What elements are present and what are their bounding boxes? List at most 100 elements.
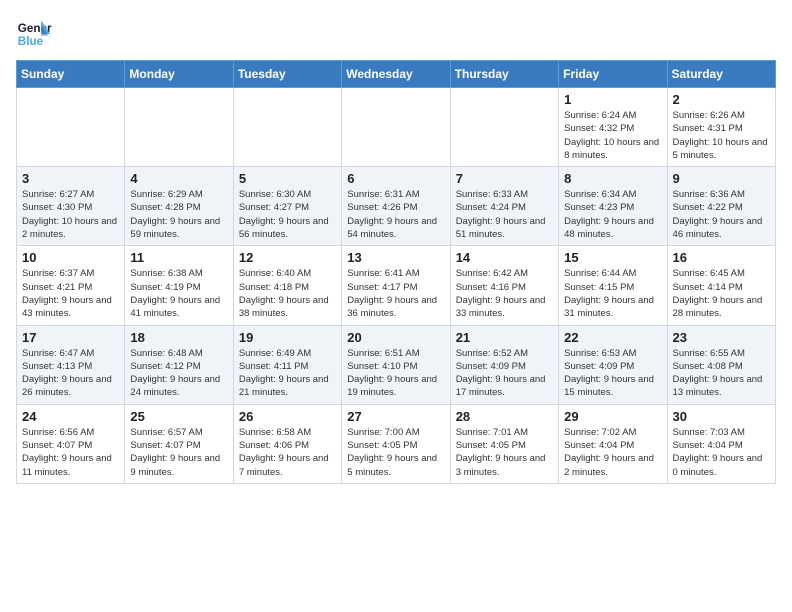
day-info: Sunrise: 6:38 AMSunset: 4:19 PMDaylight:…	[130, 267, 227, 320]
day-number: 29	[564, 409, 661, 424]
day-number: 17	[22, 330, 119, 345]
day-number: 18	[130, 330, 227, 345]
day-info: Sunrise: 7:02 AMSunset: 4:04 PMDaylight:…	[564, 426, 661, 479]
day-info: Sunrise: 6:26 AMSunset: 4:31 PMDaylight:…	[673, 109, 770, 162]
day-number: 8	[564, 171, 661, 186]
calendar-day-cell: 13 Sunrise: 6:41 AMSunset: 4:17 PMDayligh…	[342, 246, 450, 325]
day-info: Sunrise: 6:24 AMSunset: 4:32 PMDaylight:…	[564, 109, 661, 162]
day-info: Sunrise: 6:45 AMSunset: 4:14 PMDaylight:…	[673, 267, 770, 320]
day-info: Sunrise: 6:51 AMSunset: 4:10 PMDaylight:…	[347, 347, 444, 400]
calendar-table: SundayMondayTuesdayWednesdayThursdayFrid…	[16, 60, 776, 484]
calendar-day-header: Wednesday	[342, 61, 450, 88]
day-info: Sunrise: 6:36 AMSunset: 4:22 PMDaylight:…	[673, 188, 770, 241]
calendar-day-cell: 22Sunrise: 6:53 AMSunset: 4:09 PMDayligh…	[559, 325, 667, 404]
calendar-week-row: 17 Sunrise: 6:47 AMSunset: 4:13 PMDayligh…	[17, 325, 776, 404]
day-number: 30	[673, 409, 770, 424]
day-number: 19	[239, 330, 336, 345]
logo-icon: General Blue	[16, 16, 52, 52]
day-number: 12	[239, 250, 336, 265]
day-number: 16	[673, 250, 770, 265]
calendar-day-cell: 5 Sunrise: 6:30 AMSunset: 4:27 PMDaylight…	[233, 167, 341, 246]
day-info: Sunrise: 6:41 AMSunset: 4:17 PMDaylight:…	[347, 267, 444, 320]
day-info: Sunrise: 6:49 AMSunset: 4:11 PMDaylight:…	[239, 347, 336, 400]
day-info: Sunrise: 6:42 AMSunset: 4:16 PMDaylight:…	[456, 267, 553, 320]
calendar-day-cell: 27 Sunrise: 7:00 AMSunset: 4:05 PMDayligh…	[342, 404, 450, 483]
day-number: 14	[456, 250, 553, 265]
calendar-day-cell	[125, 88, 233, 167]
day-info: Sunrise: 6:55 AMSunset: 4:08 PMDaylight:…	[673, 347, 770, 400]
calendar-day-cell	[450, 88, 558, 167]
day-info: Sunrise: 6:27 AMSunset: 4:30 PMDaylight:…	[22, 188, 119, 241]
calendar-day-cell: 3 Sunrise: 6:27 AMSunset: 4:30 PMDaylight…	[17, 167, 125, 246]
day-number: 5	[239, 171, 336, 186]
day-number: 28	[456, 409, 553, 424]
calendar-day-cell: 24 Sunrise: 6:56 AMSunset: 4:07 PMDayligh…	[17, 404, 125, 483]
calendar-day-header: Friday	[559, 61, 667, 88]
day-info: Sunrise: 6:53 AMSunset: 4:09 PMDaylight:…	[564, 347, 661, 400]
day-number: 2	[673, 92, 770, 107]
calendar-day-cell: 15Sunrise: 6:44 AMSunset: 4:15 PMDayligh…	[559, 246, 667, 325]
day-info: Sunrise: 6:31 AMSunset: 4:26 PMDaylight:…	[347, 188, 444, 241]
day-info: Sunrise: 6:37 AMSunset: 4:21 PMDaylight:…	[22, 267, 119, 320]
day-info: Sunrise: 6:30 AMSunset: 4:27 PMDaylight:…	[239, 188, 336, 241]
day-number: 10	[22, 250, 119, 265]
day-info: Sunrise: 7:00 AMSunset: 4:05 PMDaylight:…	[347, 426, 444, 479]
calendar-day-cell: 25 Sunrise: 6:57 AMSunset: 4:07 PMDayligh…	[125, 404, 233, 483]
day-info: Sunrise: 6:48 AMSunset: 4:12 PMDaylight:…	[130, 347, 227, 400]
day-info: Sunrise: 6:40 AMSunset: 4:18 PMDaylight:…	[239, 267, 336, 320]
calendar-week-row: 1 Sunrise: 6:24 AMSunset: 4:32 PMDaylight…	[17, 88, 776, 167]
day-number: 3	[22, 171, 119, 186]
calendar-day-cell	[233, 88, 341, 167]
day-number: 27	[347, 409, 444, 424]
calendar-day-cell: 26 Sunrise: 6:58 AMSunset: 4:06 PMDayligh…	[233, 404, 341, 483]
logo: General Blue	[16, 16, 52, 52]
day-number: 6	[347, 171, 444, 186]
day-info: Sunrise: 6:47 AMSunset: 4:13 PMDaylight:…	[22, 347, 119, 400]
day-info: Sunrise: 6:58 AMSunset: 4:06 PMDaylight:…	[239, 426, 336, 479]
calendar-day-header: Saturday	[667, 61, 775, 88]
calendar-day-cell: 23Sunrise: 6:55 AMSunset: 4:08 PMDayligh…	[667, 325, 775, 404]
day-info: Sunrise: 6:52 AMSunset: 4:09 PMDaylight:…	[456, 347, 553, 400]
day-number: 26	[239, 409, 336, 424]
calendar-day-cell: 6 Sunrise: 6:31 AMSunset: 4:26 PMDaylight…	[342, 167, 450, 246]
calendar-day-cell: 10 Sunrise: 6:37 AMSunset: 4:21 PMDayligh…	[17, 246, 125, 325]
day-info: Sunrise: 6:33 AMSunset: 4:24 PMDaylight:…	[456, 188, 553, 241]
calendar-day-cell: 18 Sunrise: 6:48 AMSunset: 4:12 PMDayligh…	[125, 325, 233, 404]
day-info: Sunrise: 6:57 AMSunset: 4:07 PMDaylight:…	[130, 426, 227, 479]
day-info: Sunrise: 6:56 AMSunset: 4:07 PMDaylight:…	[22, 426, 119, 479]
day-info: Sunrise: 7:01 AMSunset: 4:05 PMDaylight:…	[456, 426, 553, 479]
calendar-header-row: SundayMondayTuesdayWednesdayThursdayFrid…	[17, 61, 776, 88]
day-number: 7	[456, 171, 553, 186]
day-number: 1	[564, 92, 661, 107]
calendar-week-row: 24 Sunrise: 6:56 AMSunset: 4:07 PMDayligh…	[17, 404, 776, 483]
day-number: 24	[22, 409, 119, 424]
calendar-day-cell: 9 Sunrise: 6:36 AMSunset: 4:22 PMDaylight…	[667, 167, 775, 246]
day-info: Sunrise: 6:44 AMSunset: 4:15 PMDaylight:…	[564, 267, 661, 320]
calendar-day-cell: 7 Sunrise: 6:33 AMSunset: 4:24 PMDaylight…	[450, 167, 558, 246]
calendar-day-cell: 1 Sunrise: 6:24 AMSunset: 4:32 PMDaylight…	[559, 88, 667, 167]
day-number: 9	[673, 171, 770, 186]
day-number: 25	[130, 409, 227, 424]
calendar-day-cell: 14 Sunrise: 6:42 AMSunset: 4:16 PMDayligh…	[450, 246, 558, 325]
day-number: 21	[456, 330, 553, 345]
calendar-day-cell: 2 Sunrise: 6:26 AMSunset: 4:31 PMDaylight…	[667, 88, 775, 167]
calendar-day-cell	[342, 88, 450, 167]
calendar-day-cell: 11 Sunrise: 6:38 AMSunset: 4:19 PMDayligh…	[125, 246, 233, 325]
day-info: Sunrise: 7:03 AMSunset: 4:04 PMDaylight:…	[673, 426, 770, 479]
day-number: 13	[347, 250, 444, 265]
calendar-day-cell	[17, 88, 125, 167]
calendar-day-header: Sunday	[17, 61, 125, 88]
calendar-week-row: 10 Sunrise: 6:37 AMSunset: 4:21 PMDayligh…	[17, 246, 776, 325]
calendar-day-cell: 20 Sunrise: 6:51 AMSunset: 4:10 PMDayligh…	[342, 325, 450, 404]
calendar-day-cell: 12 Sunrise: 6:40 AMSunset: 4:18 PMDayligh…	[233, 246, 341, 325]
calendar-day-header: Thursday	[450, 61, 558, 88]
calendar-day-header: Monday	[125, 61, 233, 88]
calendar-day-cell: 4Sunrise: 6:29 AMSunset: 4:28 PMDaylight…	[125, 167, 233, 246]
svg-text:Blue: Blue	[18, 35, 44, 48]
calendar-day-cell: 30 Sunrise: 7:03 AMSunset: 4:04 PMDayligh…	[667, 404, 775, 483]
day-info: Sunrise: 6:34 AMSunset: 4:23 PMDaylight:…	[564, 188, 661, 241]
page-header: General Blue	[16, 16, 776, 52]
day-number: 20	[347, 330, 444, 345]
calendar-day-cell: 21 Sunrise: 6:52 AMSunset: 4:09 PMDayligh…	[450, 325, 558, 404]
day-number: 11	[130, 250, 227, 265]
